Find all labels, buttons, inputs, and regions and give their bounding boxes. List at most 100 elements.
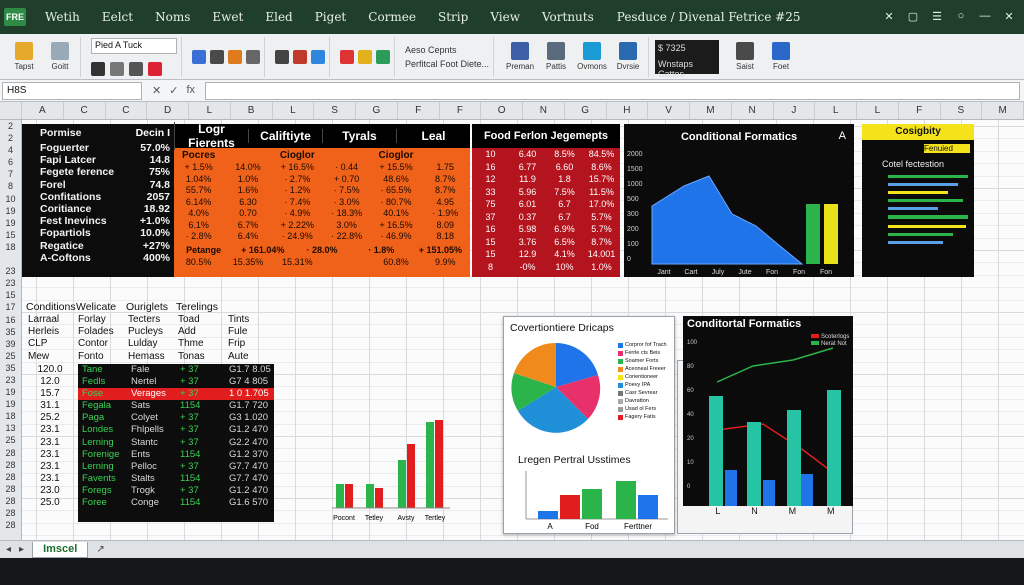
cancel-icon[interactable]: ✕ bbox=[152, 84, 161, 97]
menu-item[interactable]: Ewet bbox=[201, 10, 254, 24]
sort-icon[interactable] bbox=[311, 49, 325, 64]
row-header[interactable]: 16 bbox=[0, 314, 21, 326]
column-header[interactable]: F bbox=[398, 102, 440, 119]
feet-button[interactable]: Foet bbox=[765, 42, 797, 71]
menu-item[interactable]: Eled bbox=[254, 10, 303, 24]
combo-chart[interactable]: Conditortal Formatics 100 80 60 40 20 10 0 Sco… bbox=[683, 316, 853, 506]
row-header[interactable]: 25 bbox=[0, 350, 21, 362]
wrap-icon[interactable] bbox=[210, 49, 224, 64]
menu-item[interactable]: Vortnuts bbox=[531, 10, 605, 24]
column-header[interactable]: L bbox=[857, 102, 899, 119]
cut-icon[interactable] bbox=[293, 49, 307, 64]
row-header[interactable]: 39 bbox=[0, 338, 21, 350]
column-header[interactable]: F bbox=[440, 102, 482, 119]
paste-button[interactable]: Tapst bbox=[8, 42, 40, 71]
italic-icon[interactable] bbox=[110, 61, 124, 76]
column-header[interactable]: C bbox=[106, 102, 148, 119]
column-header[interactable]: N bbox=[732, 102, 774, 119]
column-header[interactable]: G bbox=[356, 102, 398, 119]
row-header[interactable]: 15 bbox=[0, 229, 21, 241]
row-header[interactable]: 23 bbox=[0, 277, 21, 289]
add-sheet-icon[interactable]: ↗ bbox=[96, 544, 104, 555]
row-header[interactable]: 17 bbox=[0, 301, 21, 313]
column-header[interactable]: M bbox=[690, 102, 732, 119]
column-header[interactable]: M bbox=[982, 102, 1024, 119]
row-header[interactable]: 13 bbox=[0, 422, 21, 434]
column-header[interactable]: A bbox=[22, 102, 64, 119]
close-icon[interactable] bbox=[340, 49, 354, 64]
row-header[interactable]: 2 bbox=[0, 132, 21, 144]
tab-next-icon[interactable]: ▸ bbox=[19, 544, 24, 555]
menu-item[interactable]: View bbox=[479, 10, 531, 24]
menu-item[interactable]: Eelct bbox=[91, 10, 144, 24]
column-header[interactable]: G bbox=[565, 102, 607, 119]
row-header[interactable]: 19 bbox=[0, 386, 21, 398]
row-header[interactable] bbox=[0, 253, 21, 265]
chart-icon[interactable] bbox=[376, 49, 390, 64]
pie-chart-card[interactable]: Covertiontiere Dricaps Corpror fof Trach… bbox=[503, 316, 675, 534]
copy-button[interactable]: Goitt bbox=[44, 42, 76, 71]
close-window-icon[interactable]: ✕ bbox=[1002, 10, 1016, 24]
star-icon[interactable] bbox=[358, 49, 372, 64]
restore-icon[interactable]: ▢ bbox=[906, 10, 920, 24]
row-header[interactable]: 23 bbox=[0, 265, 21, 277]
spreadsheet-grid[interactable]: ACCDLBLSGFFONGHVMNJLLFSM 2 2 4 6 7 8 10 19 19 15 1… bbox=[0, 102, 1024, 540]
column-header[interactable]: V bbox=[648, 102, 690, 119]
align-icon[interactable] bbox=[192, 49, 206, 64]
circle-icon[interactable]: ○ bbox=[954, 10, 968, 24]
font-name-select[interactable]: Pied A Tuck bbox=[91, 37, 177, 54]
options-button[interactable]: Ovmons bbox=[576, 42, 608, 71]
row-header[interactable]: 19 bbox=[0, 217, 21, 229]
column-header[interactable]: S bbox=[314, 102, 356, 119]
menu-item[interactable]: Noms bbox=[144, 10, 201, 24]
menu-icon[interactable]: ☰ bbox=[930, 10, 944, 24]
name-box[interactable]: H8S bbox=[2, 81, 142, 100]
row-header[interactable]: 18 bbox=[0, 410, 21, 422]
value-display[interactable]: $ 7325 Wnstaps Cattes bbox=[655, 39, 720, 79]
save-button[interactable]: Saist bbox=[729, 42, 761, 71]
fill-icon[interactable] bbox=[228, 49, 242, 64]
menu-item[interactable]: Wetih bbox=[34, 10, 91, 24]
column-header[interactable]: D bbox=[147, 102, 189, 119]
row-header[interactable]: 2 bbox=[0, 120, 21, 132]
small-bar-chart[interactable]: Pocont Tetley Avsty Tertley bbox=[326, 420, 456, 530]
column-header[interactable]: L bbox=[189, 102, 231, 119]
row-header[interactable]: 28 bbox=[0, 507, 21, 519]
sheet-tab-active[interactable]: Imscel bbox=[32, 541, 89, 558]
format-button[interactable]: Preman bbox=[504, 42, 536, 71]
tab-prev-icon[interactable]: ◂ bbox=[6, 544, 11, 555]
column-header[interactable]: B bbox=[231, 102, 273, 119]
menu-item[interactable]: Strip bbox=[427, 10, 479, 24]
row-header[interactable]: 4 bbox=[0, 144, 21, 156]
column-header[interactable]: J bbox=[774, 102, 816, 119]
row-header[interactable]: 6 bbox=[0, 156, 21, 168]
row-header[interactable]: 8 bbox=[0, 180, 21, 192]
menu-item[interactable]: Cormee bbox=[357, 10, 427, 24]
column-header[interactable]: L bbox=[273, 102, 315, 119]
underline-icon[interactable] bbox=[129, 61, 143, 76]
column-header[interactable]: N bbox=[523, 102, 565, 119]
font-color-icon[interactable] bbox=[148, 61, 162, 76]
style-box-line2[interactable]: Perfitcal Foot Diete... bbox=[405, 59, 489, 69]
row-header[interactable]: 28 bbox=[0, 519, 21, 531]
row-header[interactable]: 25 bbox=[0, 434, 21, 446]
row-header[interactable]: 10 bbox=[0, 193, 21, 205]
column-header[interactable]: C bbox=[64, 102, 106, 119]
row-header[interactable]: 28 bbox=[0, 471, 21, 483]
search-icon[interactable] bbox=[275, 49, 289, 64]
area-chart[interactable]: Conditional Formatics A 2000 1500 1000 500 3… bbox=[624, 124, 854, 277]
row-header[interactable]: 7 bbox=[0, 168, 21, 180]
formula-input[interactable] bbox=[205, 81, 1020, 100]
function-icon[interactable]: fx bbox=[186, 84, 195, 97]
row-header[interactable]: 28 bbox=[0, 483, 21, 495]
confirm-icon[interactable]: ✓ bbox=[169, 84, 178, 97]
row-header[interactable]: 19 bbox=[0, 398, 21, 410]
bold-icon[interactable] bbox=[91, 61, 105, 76]
border-icon[interactable] bbox=[246, 49, 260, 64]
style-box-line1[interactable]: Aeso Cepnts bbox=[405, 45, 457, 55]
row-header[interactable]: 35 bbox=[0, 362, 21, 374]
pattern-button[interactable]: Pattis bbox=[540, 42, 572, 71]
column-header[interactable]: L bbox=[815, 102, 857, 119]
column-header[interactable]: O bbox=[481, 102, 523, 119]
divide-button[interactable]: Dvrsie bbox=[612, 42, 644, 71]
